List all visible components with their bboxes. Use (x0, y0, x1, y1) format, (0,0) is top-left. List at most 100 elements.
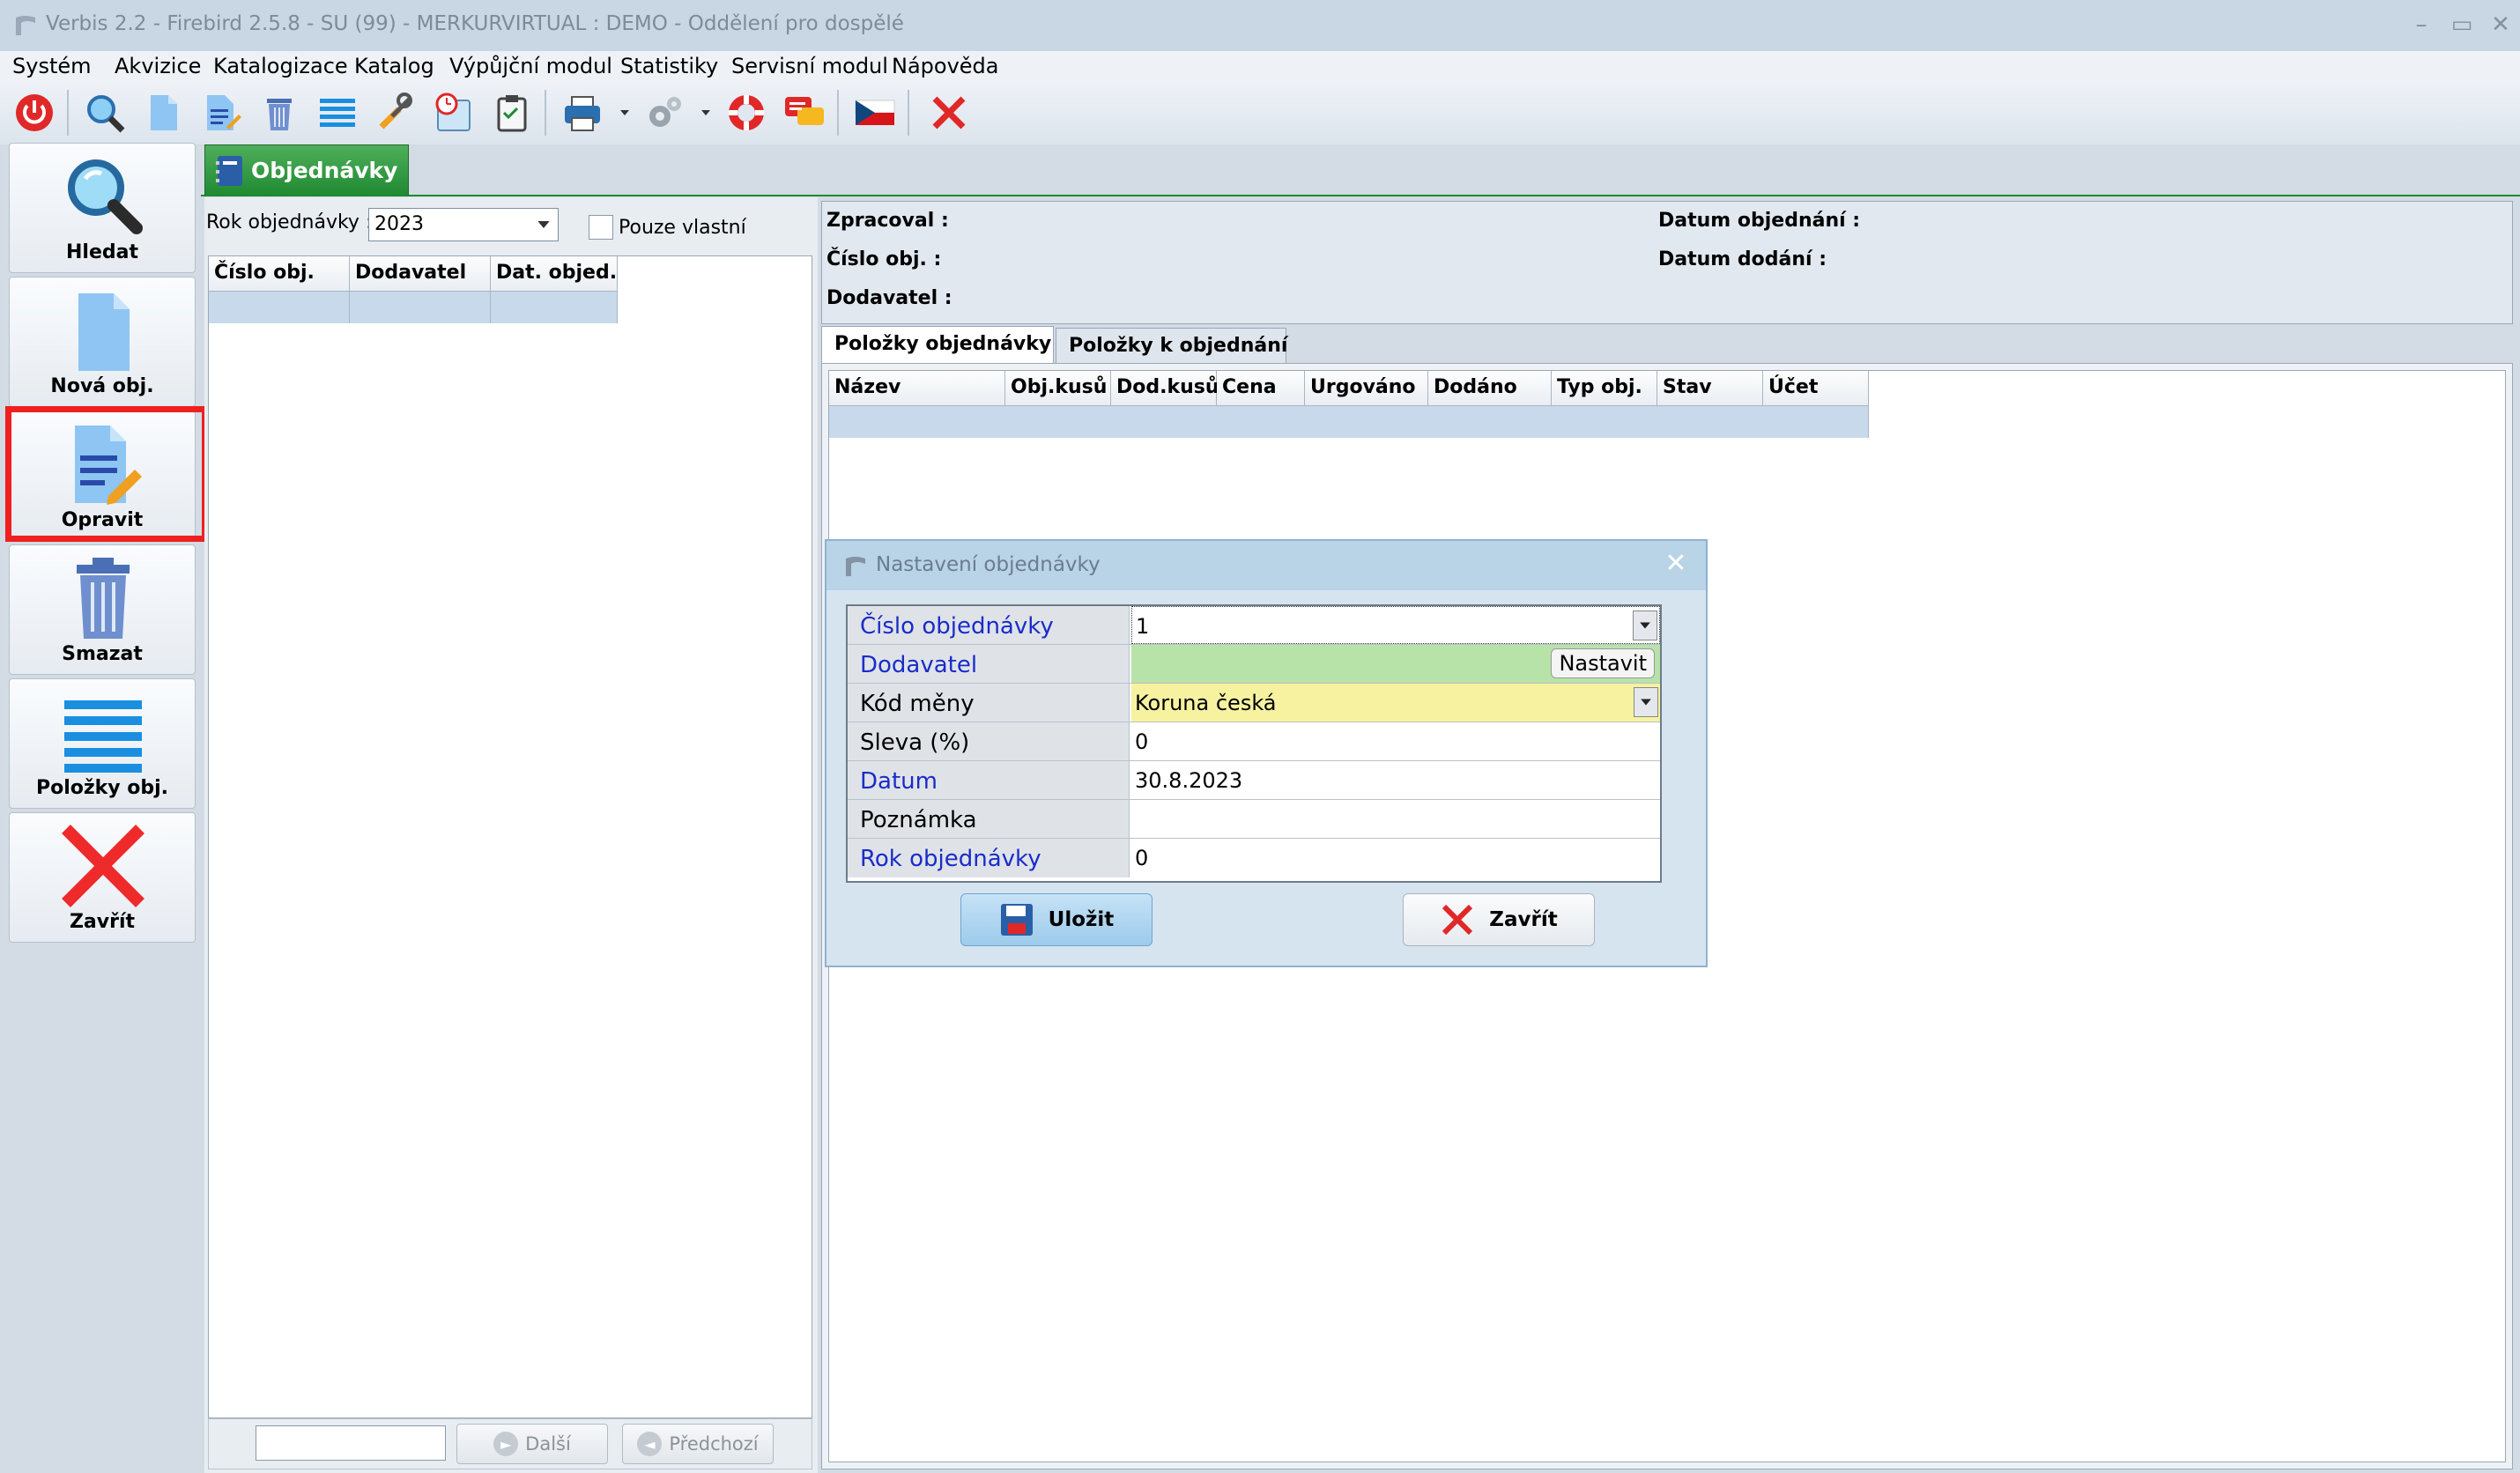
new-document-icon (78, 293, 130, 371)
sidebar-item-hledat[interactable]: Hledat (9, 143, 196, 273)
edit-icon[interactable] (196, 86, 247, 139)
column-header[interactable]: Urgováno (1305, 371, 1428, 406)
menu-katalogizace[interactable]: Katalogizace (213, 54, 348, 78)
trash-icon[interactable] (254, 86, 305, 139)
discount-field[interactable]: 0 (1131, 722, 1660, 760)
clock-icon[interactable] (428, 86, 479, 139)
menu-bar: Systém Akvizice Katalogizace Katalog Výp… (0, 51, 2520, 83)
close-button[interactable]: Zavřít (1403, 893, 1595, 946)
tab-polozky-objednavky[interactable]: Položky objednávky (821, 326, 1054, 365)
czech-flag-icon[interactable] (849, 86, 901, 139)
menu-statistiky[interactable]: Statistiky (620, 54, 718, 78)
menu-napoveda[interactable]: Nápověda (892, 54, 999, 78)
dialog-title: Nastavení objednávky (876, 553, 1101, 576)
order-date-label: Datum objednání : (1658, 210, 1861, 232)
column-header[interactable]: Účet (1763, 371, 1869, 406)
table-row[interactable] (491, 292, 618, 323)
close-icon[interactable] (923, 86, 975, 139)
column-header[interactable]: Stav (1657, 371, 1763, 406)
minimize-button[interactable]: – (2405, 7, 2437, 42)
power-icon[interactable] (9, 86, 60, 139)
form-row: Kód měny Koruna česká (848, 684, 1660, 722)
form-row: Sleva (%) 0 (848, 722, 1660, 761)
dialog-form: Číslo objednávky 1 Dodavatel Nastavit Kó… (846, 604, 1662, 883)
own-only-label: Pouze vlastní (619, 217, 746, 239)
close-label: Zavřít (1489, 908, 1558, 931)
date-field[interactable]: 30.8.2023 (1131, 761, 1660, 799)
note-field[interactable] (1131, 800, 1660, 838)
table-row[interactable] (829, 406, 1869, 438)
column-header[interactable]: Dod.kusů (1111, 371, 1219, 406)
column-header[interactable]: Obj.kusů (1005, 371, 1111, 406)
tab-polozky-k-objednani[interactable]: Položky k objednání (1056, 328, 1287, 365)
table-row[interactable] (350, 292, 491, 323)
tools-icon[interactable] (370, 86, 421, 139)
close-icon (62, 825, 145, 907)
close-icon (1442, 904, 1473, 936)
chat-icon[interactable] (779, 86, 830, 139)
list-icon[interactable] (312, 86, 363, 139)
supplier-field[interactable]: Nastavit (1131, 645, 1660, 683)
year-value: 2023 (374, 213, 424, 235)
list-icon (64, 700, 142, 773)
sidebar-item-label: Zavřít (69, 911, 136, 933)
chevron-down-icon[interactable] (1634, 687, 1658, 717)
own-only-checkbox[interactable] (589, 215, 613, 240)
save-button[interactable]: Uložit (960, 893, 1153, 946)
menu-katalog[interactable]: Katalog (354, 54, 434, 78)
gear-icon[interactable] (638, 86, 689, 139)
window-title: Verbis 2.2 - Firebird 2.5.8 - SU (99) - … (46, 12, 904, 35)
new-document-icon[interactable] (137, 86, 189, 139)
order-number-select[interactable]: 1 (1131, 606, 1660, 644)
gear-dropdown[interactable] (696, 86, 715, 139)
sidebar-item-label: Smazat (62, 643, 143, 665)
search-icon[interactable] (79, 86, 130, 139)
year-select[interactable]: 2023 (368, 208, 559, 241)
sidebar-item-nova-obj[interactable]: Nová obj. (9, 277, 196, 407)
order-number-value: 1 (1136, 614, 1150, 639)
column-header[interactable]: Název (829, 371, 1005, 406)
chevron-down-icon[interactable] (1633, 611, 1657, 640)
column-header[interactable]: Dodáno (1428, 371, 1552, 406)
arrow-left-icon: ◄ (637, 1432, 663, 1456)
window-close-button[interactable]: ✕ (2485, 7, 2516, 42)
field-label: Datum (848, 761, 1130, 799)
save-label: Uložit (1048, 908, 1115, 931)
column-header[interactable]: Cena (1217, 371, 1305, 406)
field-label: Rok objednávky (848, 839, 1130, 877)
clipboard-icon[interactable] (486, 86, 537, 139)
menu-servisni-modul[interactable]: Servisní modul (731, 54, 888, 78)
printer-icon[interactable] (557, 86, 608, 139)
tab-label: Objednávky (251, 158, 398, 183)
column-header[interactable]: Typ obj. (1552, 371, 1657, 406)
form-row: Datum 30.8.2023 (848, 761, 1660, 800)
dialog-close-icon[interactable]: ✕ (1658, 546, 1694, 581)
maximize-button[interactable]: ▭ (2446, 7, 2478, 42)
sidebar-item-zavrit[interactable]: Zavřít (9, 812, 196, 943)
column-header[interactable]: Dat. objed. (491, 256, 618, 292)
trash-icon (77, 558, 130, 639)
orders-table[interactable]: Číslo obj. Dodavatel Dat. objed. (208, 255, 812, 1418)
printer-dropdown[interactable] (615, 86, 634, 139)
previous-button[interactable]: ◄ Předchozí (622, 1424, 774, 1464)
next-button[interactable]: ► Další (456, 1424, 608, 1464)
set-supplier-button[interactable]: Nastavit (1551, 648, 1655, 678)
sidebar-item-smazat[interactable]: Smazat (9, 544, 196, 675)
app-icon (846, 557, 865, 576)
menu-system[interactable]: Systém (12, 54, 92, 78)
menu-akvizice[interactable]: Akvizice (115, 54, 201, 78)
order-year-field[interactable]: 0 (1131, 839, 1660, 877)
lifebuoy-icon[interactable] (721, 86, 772, 139)
field-label: Kód měny (848, 684, 1130, 722)
column-header[interactable]: Číslo obj. (209, 256, 350, 292)
column-header[interactable]: Dodavatel (350, 256, 491, 292)
field-label: Dodavatel (848, 645, 1130, 683)
field-label: Číslo objednávky (848, 606, 1130, 644)
table-row[interactable] (209, 292, 350, 323)
page-input[interactable] (256, 1425, 446, 1461)
menu-vypujcni-modul[interactable]: Výpůjční modul (449, 54, 612, 78)
previous-label: Předchozí (669, 1433, 759, 1454)
tab-objednavky[interactable]: Objednávky (204, 144, 409, 196)
sidebar-item-polozky-obj[interactable]: Položky obj. (9, 678, 196, 809)
currency-select[interactable]: Koruna česká (1131, 684, 1660, 722)
